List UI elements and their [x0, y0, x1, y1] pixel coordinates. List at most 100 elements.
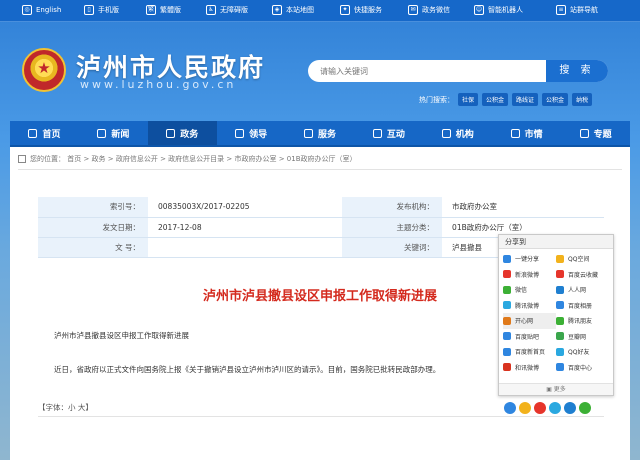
search-button[interactable]: 搜 索	[546, 60, 608, 82]
topbar-accessibility[interactable]: ♿ 无障碍版	[206, 5, 248, 15]
qq-friends-icon	[556, 347, 564, 356]
nav-institution[interactable]: 机构	[423, 121, 492, 145]
share-tencent-friends[interactable]: 腾讯朋友	[556, 313, 609, 329]
share-baidu-cloud[interactable]: 百度云收藏	[556, 267, 609, 283]
wechat-icon: ✉	[408, 5, 418, 15]
share-baidu-home[interactable]: 百度新首页	[503, 344, 556, 360]
nav-service[interactable]: 服务	[286, 121, 355, 145]
wechat-icon	[503, 285, 511, 294]
topbar-english[interactable]: ◎ English	[22, 5, 61, 15]
table-row: 索引号： 00835003X/2017-02205 发布机构： 市政府办公室	[38, 197, 604, 218]
topbar-fast-service[interactable]: ✦ 快捷服务	[340, 5, 382, 15]
keyword-label: 关键词：	[342, 237, 443, 258]
date-label: 发文日期：	[38, 217, 148, 238]
doc-number-value	[148, 237, 343, 258]
baidu-cloud-icon	[556, 270, 564, 279]
share-popup: 分享到 一键分享 QQ空间 新浪微博 百度云收藏 微信 人人网 腾讯微博 百度相…	[498, 234, 614, 396]
hot-search: 热门搜索： 社保 公积金 路线证 公积金 纳税	[419, 93, 596, 106]
nav-interaction[interactable]: 互动	[354, 121, 423, 145]
share-baidu-tieba[interactable]: 百度贴吧	[503, 329, 556, 345]
qzone-icon[interactable]	[519, 402, 531, 414]
douban-icon	[556, 332, 564, 341]
topbar-wechat[interactable]: ✉ 政务微信	[408, 5, 450, 15]
divider	[18, 169, 622, 170]
fast-service-icon: ✦	[340, 5, 350, 15]
government-icon	[166, 128, 176, 138]
nav-government[interactable]: 政务	[147, 121, 217, 145]
hot-tag[interactable]: 社保	[458, 93, 479, 106]
nav-leader[interactable]: 领导	[217, 121, 286, 145]
date-value: 2017-12-08	[148, 217, 343, 238]
breadcrumb: 您的位置： 首页 > 政务 > 政府信息公开 > 政府信息公开目录 > 市政府办…	[18, 154, 357, 164]
org-label: 发布机构：	[342, 197, 443, 218]
share-plus-icon[interactable]	[504, 402, 516, 414]
share-tencent-weibo[interactable]: 腾讯微博	[503, 298, 556, 314]
share-more-button[interactable]: ▣ 更多	[499, 383, 613, 395]
site-nav-icon: ≡	[556, 5, 566, 15]
hexun-weibo-icon	[503, 363, 511, 372]
baidu-album-icon	[556, 301, 564, 310]
traditional-icon: 繁	[146, 5, 156, 15]
nav-home[interactable]: 首页	[10, 121, 79, 145]
qzone-icon	[556, 254, 564, 263]
national-emblem-logo	[22, 48, 66, 92]
tencent-weibo-icon[interactable]	[549, 402, 561, 414]
top-utility-bar: ◎ English ▯ 手机版 繁繁體版 ♿ 无障碍版 ◈ 本站地图 ✦ 快捷服务 ✉ 政务…	[0, 0, 640, 22]
one-click-share-icon	[503, 254, 511, 263]
share-wechat[interactable]: 微信	[503, 282, 556, 298]
share-qq-friends[interactable]: QQ好友	[556, 344, 609, 360]
hot-tag[interactable]: 公积金	[542, 93, 569, 106]
share-hexun-weibo[interactable]: 和讯微博	[503, 360, 556, 376]
share-qzone[interactable]: QQ空间	[556, 251, 609, 267]
topbar-traditional[interactable]: 繁繁體版	[146, 5, 181, 15]
nav-city[interactable]: 市情	[492, 121, 561, 145]
robot-icon: ☺	[474, 5, 484, 15]
city-icon	[510, 128, 520, 138]
share-renren[interactable]: 人人网	[556, 282, 609, 298]
interaction-icon	[372, 128, 382, 138]
mobile-icon: ▯	[84, 5, 94, 15]
kaixin-icon	[503, 316, 511, 325]
article-body: 近日，省政府以正式文件向国务院上报《关于撤销泸县设立泸州市泸川区的请示》。目前，…	[54, 365, 441, 374]
location-icon	[18, 155, 26, 163]
index-label: 索引号：	[38, 197, 148, 218]
share-grid: 一键分享 QQ空间 新浪微博 百度云收藏 微信 人人网 腾讯微博 百度相册 开心…	[499, 249, 613, 377]
main-nav: 首页 新闻 政务 领导 服务 互动 机构 市情 专题	[10, 121, 630, 147]
leader-icon	[235, 128, 245, 138]
share-baidu-album[interactable]: 百度相册	[556, 298, 609, 314]
doc-number-label: 文 号：	[38, 237, 148, 258]
share-baidu-center[interactable]: 百度中心	[556, 360, 609, 376]
nav-news[interactable]: 新闻	[79, 121, 148, 145]
baidu-tieba-icon	[503, 332, 511, 341]
institution-icon	[441, 128, 451, 138]
topbar-site-nav[interactable]: ≡ 站群导航	[556, 5, 598, 15]
sina-weibo-icon	[503, 270, 511, 279]
org-value: 市政府办公室	[442, 197, 604, 218]
renren-icon[interactable]	[564, 402, 576, 414]
share-one-click[interactable]: 一键分享	[503, 251, 556, 267]
topbar-mobile[interactable]: ▯ 手机版	[84, 5, 119, 15]
nav-topic[interactable]: 专题	[561, 121, 630, 145]
hot-tag[interactable]: 路线证	[512, 93, 539, 106]
site-url: www.luzhou.gov.cn	[80, 78, 237, 91]
accessibility-icon: ♿	[206, 5, 216, 15]
share-sina-weibo[interactable]: 新浪微博	[503, 267, 556, 283]
hot-tag[interactable]: 纳税	[572, 93, 593, 106]
breadcrumb-text[interactable]: 您的位置： 首页 > 政务 > 政府信息公开 > 政府信息公开目录 > 市政府办…	[30, 154, 357, 164]
search-input[interactable]	[308, 60, 548, 82]
share-douban[interactable]: 豆瓣网	[556, 329, 609, 345]
home-icon	[28, 128, 38, 138]
globe-icon: ◎	[22, 5, 32, 15]
news-icon	[97, 128, 107, 138]
map-icon: ◈	[272, 5, 282, 15]
weibo-icon[interactable]	[534, 402, 546, 414]
article-subtitle: 泸州市泸县撤县设区申报工作取得新进展	[54, 331, 189, 340]
category-label: 主题分类：	[342, 217, 443, 238]
share-kaixin[interactable]: 开心网	[503, 313, 556, 329]
topbar-robot[interactable]: ☺ 智能机器人	[474, 5, 523, 15]
hot-tag[interactable]: 公积金	[482, 93, 509, 106]
font-size-control[interactable]: 【字体：小 大】	[38, 402, 93, 413]
wechat-share-icon[interactable]	[579, 402, 591, 414]
index-value: 00835003X/2017-02205	[148, 197, 343, 218]
topbar-sitemap[interactable]: ◈ 本站地图	[272, 5, 314, 15]
